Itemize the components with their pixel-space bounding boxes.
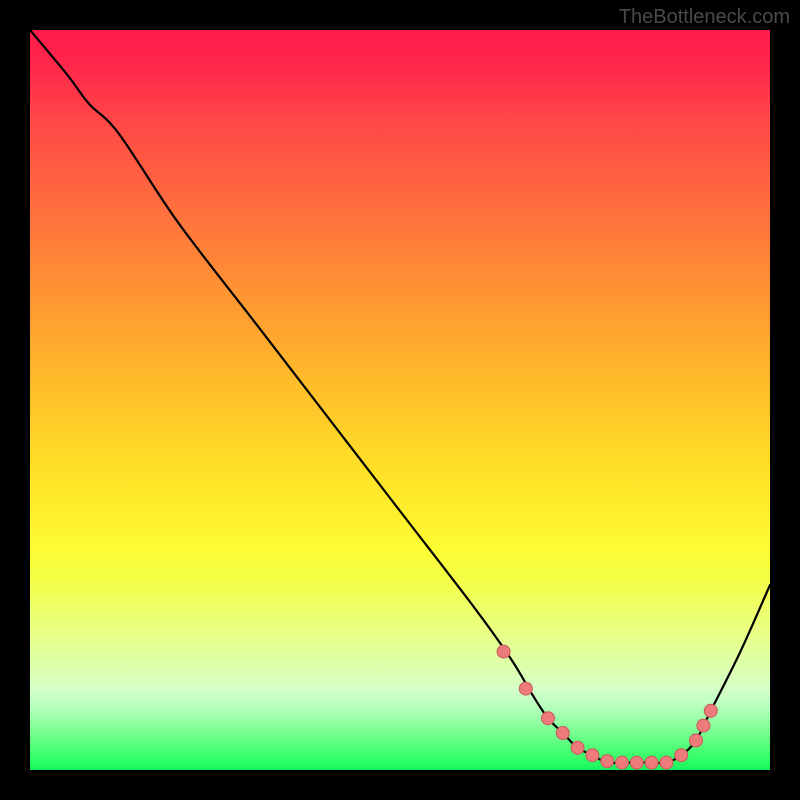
marker-point: [690, 734, 703, 747]
marker-point: [542, 712, 555, 725]
marker-point: [586, 749, 599, 762]
marker-point: [675, 749, 688, 762]
marker-point: [697, 719, 710, 732]
marker-point: [556, 727, 569, 740]
bottleneck-curve-path: [30, 30, 770, 763]
marker-group: [497, 645, 717, 769]
marker-point: [519, 682, 532, 695]
marker-point: [616, 756, 629, 769]
curve-svg: [30, 30, 770, 770]
watermark-text: TheBottleneck.com: [619, 6, 790, 29]
marker-point: [630, 756, 643, 769]
plot-area: [30, 30, 770, 770]
marker-point: [704, 704, 717, 717]
chart-frame: TheBottleneck.com: [0, 0, 800, 800]
marker-point: [571, 741, 584, 754]
marker-point: [497, 645, 510, 658]
marker-point: [601, 755, 614, 768]
marker-point: [660, 756, 673, 769]
marker-point: [645, 756, 658, 769]
